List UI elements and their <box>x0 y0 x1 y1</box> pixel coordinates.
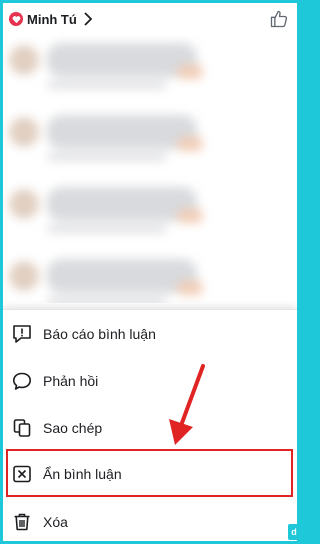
heart-icon <box>9 12 23 26</box>
comment-action-sheet: Báo cáo bình luận Phản hồi Sao chép Ẩn b… <box>3 309 297 541</box>
comment-actions <box>47 297 167 303</box>
reply-icon <box>11 370 33 392</box>
reaction-badge <box>177 137 203 151</box>
avatar <box>9 117 39 147</box>
copy-item[interactable]: Sao chép <box>3 406 297 450</box>
comment-row <box>3 35 297 107</box>
chevron-right-icon[interactable] <box>83 12 93 26</box>
comment-actions <box>47 225 167 233</box>
avatar <box>9 45 39 75</box>
comment-actions <box>47 81 167 89</box>
arrow-annotation-icon <box>169 364 205 445</box>
reaction-badge <box>177 65 203 79</box>
trash-icon <box>11 511 33 533</box>
app-frame: Minh Tú Báo cáo bình luận Phản hồi Sao c… <box>3 3 297 541</box>
post-header: Minh Tú <box>3 3 297 35</box>
owner-name[interactable]: Minh Tú <box>27 12 77 27</box>
comment-actions <box>47 153 167 161</box>
watermark-icon: d <box>288 524 300 540</box>
comment-bubble <box>47 43 197 77</box>
delete-item[interactable]: Xóa <box>3 500 297 541</box>
report-icon <box>11 323 33 345</box>
comment-row <box>3 179 297 251</box>
report-comment-item[interactable]: Báo cáo bình luận <box>3 312 297 356</box>
comment-bubble <box>47 259 197 293</box>
reaction-badge <box>177 209 203 223</box>
menu-item-label: Sao chép <box>43 420 103 436</box>
menu-item-label: Xóa <box>43 514 68 530</box>
menu-item-label: Phản hồi <box>43 373 99 389</box>
highlight-box <box>6 449 293 497</box>
comment-row <box>3 251 297 303</box>
reply-item[interactable]: Phản hồi <box>3 359 297 403</box>
comment-bubble <box>47 187 197 221</box>
menu-item-label: Báo cáo bình luận <box>43 326 156 342</box>
comment-bubble <box>47 115 197 149</box>
avatar <box>9 189 39 219</box>
comment-row <box>3 107 297 179</box>
reaction-badge <box>177 281 203 295</box>
copy-icon <box>11 417 33 439</box>
avatar <box>9 261 39 291</box>
thumbs-up-icon[interactable] <box>269 9 289 29</box>
comments-list-blurred <box>3 35 297 303</box>
